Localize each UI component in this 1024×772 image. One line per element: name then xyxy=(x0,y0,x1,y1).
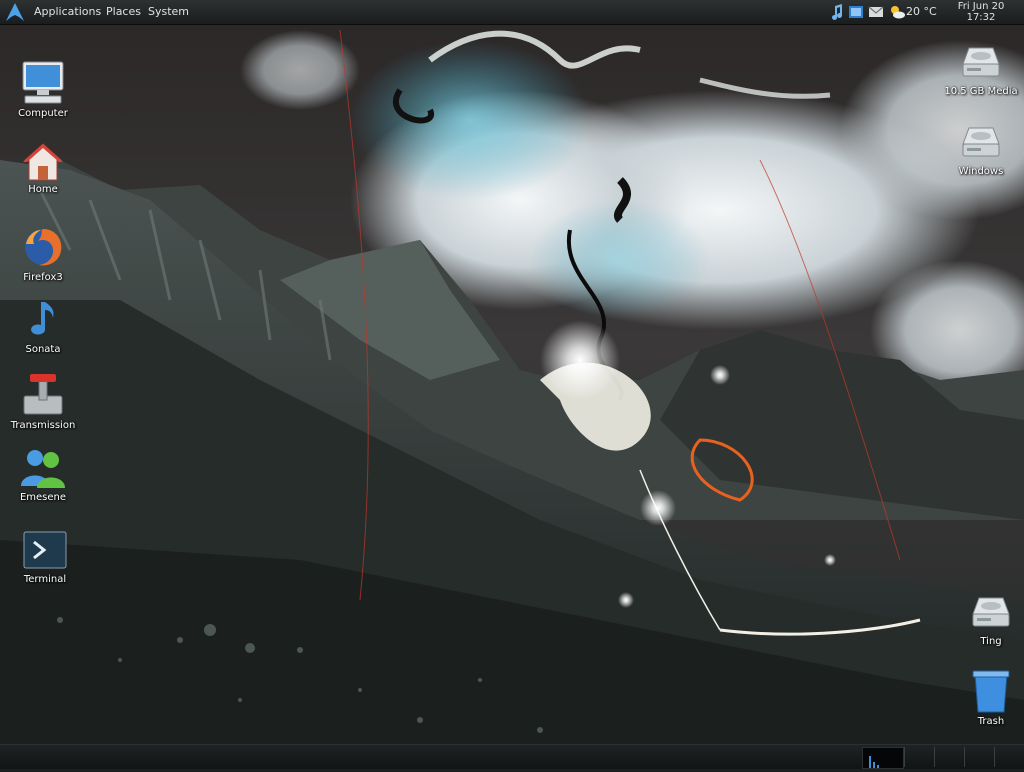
hard-drive-icon xyxy=(962,127,1000,157)
bottom-panel xyxy=(0,744,1024,769)
clock-time: 17:32 xyxy=(966,12,996,23)
system-menu[interactable]: System xyxy=(148,0,189,24)
desktop-icon-label: Terminal xyxy=(23,574,67,585)
desktop-icon-label: Computer xyxy=(18,108,68,119)
desktop-icon-emesene[interactable]: Emesene xyxy=(3,446,83,503)
mail-icon[interactable] xyxy=(868,4,884,20)
desktop-icon-label: 10.5 GB Media xyxy=(944,86,1018,97)
workspace-1[interactable] xyxy=(904,747,933,767)
messenger-icon xyxy=(21,450,65,488)
computer-icon xyxy=(22,61,64,104)
terminal-icon xyxy=(23,531,67,569)
desktop-icon-label: Windows xyxy=(958,166,1004,177)
desktop-icon-terminal[interactable]: Terminal xyxy=(5,528,85,585)
desktop-icon-sonata[interactable]: Sonata xyxy=(3,298,83,355)
music-note-icon xyxy=(31,302,54,335)
desktop-icon-trash[interactable]: Trash xyxy=(951,668,1024,727)
desktop-icon-label: Sonata xyxy=(25,344,61,355)
applications-menu[interactable]: Applications xyxy=(34,0,101,24)
trash-icon xyxy=(972,670,1010,713)
network-icon[interactable] xyxy=(848,4,864,20)
top-panel: Applications Places System 20 °C Fri Jun… xyxy=(0,0,1024,25)
workspace-2[interactable] xyxy=(934,747,963,767)
desktop-icon-label: Emesene xyxy=(19,492,67,503)
desktop-icon-firefox[interactable]: Firefox3 xyxy=(3,224,83,283)
cpu-graph-icon xyxy=(869,756,879,768)
firefox-icon xyxy=(25,229,62,266)
system-monitor-applet[interactable] xyxy=(862,747,904,769)
music-note-icon[interactable] xyxy=(830,4,844,20)
desktop-icon-windows-drive[interactable]: Windows xyxy=(941,120,1021,177)
desktop-icon-ting-drive[interactable]: Ting xyxy=(951,590,1024,647)
hard-drive-icon xyxy=(962,47,1000,77)
desktop-wallpaper xyxy=(0,0,1024,768)
desktop-icon-home[interactable]: Home xyxy=(3,142,83,195)
desktop-icon-label: Trash xyxy=(977,716,1005,727)
hard-drive-icon xyxy=(972,597,1010,627)
home-folder-icon xyxy=(23,143,63,181)
places-menu[interactable]: Places xyxy=(106,0,141,24)
clock-date: Fri Jun 20 xyxy=(957,1,1005,12)
desktop-icon-label: Transmission xyxy=(10,420,76,431)
desktop-icon-computer[interactable]: Computer xyxy=(3,58,83,119)
weather-temperature[interactable]: 20 °C xyxy=(906,0,937,24)
desktop-icon-transmission[interactable]: Transmission xyxy=(3,370,83,431)
arch-logo-icon[interactable] xyxy=(4,2,26,22)
workspace-4[interactable] xyxy=(994,747,1023,767)
desktop-icon-media-drive[interactable]: 10.5 GB Media xyxy=(941,40,1021,97)
desktop-icon-label: Home xyxy=(28,184,58,195)
clock[interactable]: Fri Jun 20 17:32 xyxy=(948,1,1014,23)
desktop-icon-label: Firefox3 xyxy=(23,272,63,283)
desktop-icon-label: Ting xyxy=(980,636,1002,647)
partly-cloudy-icon[interactable] xyxy=(888,4,906,20)
workspace-3[interactable] xyxy=(964,747,993,767)
transmission-icon xyxy=(23,374,63,415)
